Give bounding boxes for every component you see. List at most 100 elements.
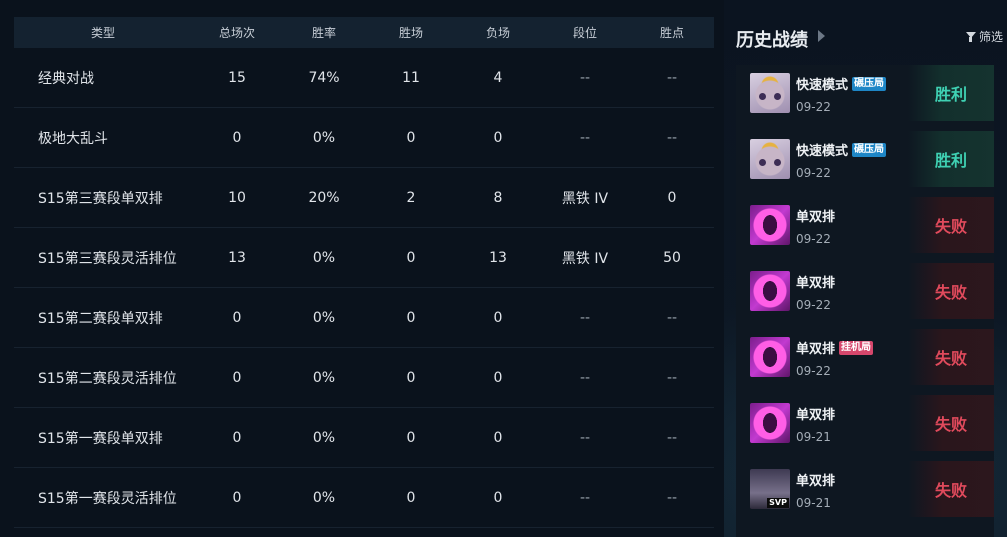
header-losses: 负场 xyxy=(485,26,510,40)
table-row: 极地大乱斗 0 0% 0 0 -- -- xyxy=(14,108,714,168)
match-date: 09-22 xyxy=(796,298,831,312)
match-mode-label: 单双排 xyxy=(796,408,836,423)
table-cell: 0% xyxy=(312,429,336,446)
table-cell: -- xyxy=(666,309,678,326)
table-row: S15第三赛段灵活排位 13 0% 0 13 黑铁 IV 50 xyxy=(14,228,714,288)
match-item[interactable]: 快速模式 碾压局 09-22 胜利 xyxy=(736,65,994,121)
filter-label: 筛选 xyxy=(978,30,1003,44)
table-cell: 0% xyxy=(312,489,336,506)
match-mode-label: 单双排 xyxy=(796,210,836,225)
match-item[interactable]: 单双排 09-21 失败 xyxy=(736,395,994,451)
champion-avatar xyxy=(750,337,790,377)
match-mode-label: 单双排 xyxy=(796,474,836,489)
match-item[interactable]: 单双排 09-22 失败 xyxy=(736,263,994,319)
match-item[interactable]: 快速模式 碾压局 09-22 胜利 xyxy=(736,131,994,187)
match-mode-label: 单双排 xyxy=(796,276,836,291)
table-cell: 0 xyxy=(232,489,242,506)
match-item[interactable]: 单双排 09-22 失败 xyxy=(736,197,994,253)
table-cell: 0 xyxy=(667,189,677,206)
header-lp: 胜点 xyxy=(659,26,684,40)
match-mode: 单双排 xyxy=(796,470,835,489)
table-cell: -- xyxy=(666,429,678,446)
history-title: 历史战绩 xyxy=(736,30,808,51)
table-cell: 2 xyxy=(406,189,416,206)
header-total: 总场次 xyxy=(218,26,255,40)
table-cell: 经典对战 xyxy=(38,70,94,87)
chevron-right-icon[interactable] xyxy=(818,30,825,42)
header-rank: 段位 xyxy=(572,26,597,40)
table-cell: 50 xyxy=(663,249,681,266)
champion-avatar: SVP xyxy=(750,469,790,509)
champion-avatar xyxy=(750,271,790,311)
table-cell: 0 xyxy=(406,249,416,266)
table-cell: S15第一赛段灵活排位 xyxy=(38,490,177,507)
table-cell: 极地大乱斗 xyxy=(38,130,108,147)
match-mode: 单双排 xyxy=(796,272,835,291)
scrollbar[interactable] xyxy=(716,0,724,537)
table-cell: -- xyxy=(579,69,591,86)
table-cell: 4 xyxy=(493,69,503,86)
table-cell: -- xyxy=(579,369,591,386)
table-cell: 0 xyxy=(406,309,416,326)
match-result: 失败 xyxy=(908,197,994,253)
match-result: 胜利 xyxy=(908,131,994,187)
match-mode-label: 快速模式 xyxy=(796,78,849,93)
table-row: S15第二赛段单双排 0 0% 0 0 -- -- xyxy=(14,288,714,348)
table-cell: 黑铁 IV xyxy=(561,250,609,267)
match-date: 09-22 xyxy=(796,166,831,180)
match-date: 09-21 xyxy=(796,496,831,510)
table-cell: 0 xyxy=(232,309,242,326)
table-cell: S15第二赛段单双排 xyxy=(38,310,163,327)
table-cell: 0% xyxy=(312,369,336,386)
table-row: S15第一赛段灵活排位 0 0% 0 0 -- -- xyxy=(14,468,714,528)
table-cell: 0% xyxy=(312,249,336,266)
match-mode: 快速模式 碾压局 xyxy=(796,140,887,159)
table-cell: -- xyxy=(666,129,678,146)
table-cell: 11 xyxy=(402,69,420,86)
table-cell: 0 xyxy=(493,489,503,506)
match-result: 失败 xyxy=(908,395,994,451)
table-cell: -- xyxy=(666,69,678,86)
match-date: 09-21 xyxy=(796,430,831,444)
table-cell: -- xyxy=(579,129,591,146)
match-mode: 快速模式 碾压局 xyxy=(796,74,887,93)
match-result: 失败 xyxy=(908,329,994,385)
table-cell: 8 xyxy=(493,189,503,206)
table-row: 经典对战 15 74% 11 4 -- -- xyxy=(14,48,714,108)
table-cell: 0 xyxy=(232,429,242,446)
table-cell: -- xyxy=(666,369,678,386)
champion-avatar xyxy=(750,403,790,443)
champion-avatar xyxy=(750,73,790,113)
match-date: 09-22 xyxy=(796,364,831,378)
match-item[interactable]: SVP 单双排 09-21 失败 xyxy=(736,461,994,517)
stats-table-body: 经典对战 15 74% 11 4 -- -- 极地大乱斗 0 0% 0 0 -- -- S15第三赛段单双排… xyxy=(14,48,714,528)
table-cell: S15第三赛段灵活排位 xyxy=(38,250,177,267)
table-cell: S15第一赛段单双排 xyxy=(38,430,163,447)
table-cell: 0% xyxy=(312,129,336,146)
champion-avatar xyxy=(750,139,790,179)
table-cell: 20% xyxy=(308,189,340,206)
match-tag: 挂机局 xyxy=(839,340,874,355)
table-cell: S15第二赛段灵活排位 xyxy=(38,370,177,387)
table-cell: 黑铁 IV xyxy=(561,190,609,207)
table-cell: 10 xyxy=(228,189,246,206)
match-mode: 单双排 挂机局 xyxy=(796,338,874,357)
filter-button[interactable]: 筛选 xyxy=(965,28,1003,45)
filter-icon xyxy=(965,31,976,42)
table-cell: -- xyxy=(666,489,678,506)
match-list: 快速模式 碾压局 09-22 胜利 快速模式 碾压局 09-22 胜利 单双排 09-22 失败 单双… xyxy=(736,65,994,537)
match-result: 失败 xyxy=(908,263,994,319)
match-mode: 单双排 xyxy=(796,404,835,423)
history-panel: 历史战绩 筛选 快速模式 碾压局 09-22 胜利 快速模式 碾压局 09-22 胜利 单双排 0… xyxy=(724,0,1007,537)
table-cell: 0 xyxy=(493,369,503,386)
table-cell: 0% xyxy=(312,309,336,326)
header-wins: 胜场 xyxy=(398,26,423,40)
table-cell: 0 xyxy=(406,369,416,386)
table-cell: 74% xyxy=(308,69,340,86)
table-cell: 13 xyxy=(489,249,507,266)
match-item[interactable]: 单双排 挂机局 09-22 失败 xyxy=(736,329,994,385)
match-mode-label: 快速模式 xyxy=(796,144,849,159)
table-cell: 0 xyxy=(406,489,416,506)
match-tag: 碾压局 xyxy=(852,76,887,91)
table-cell: 15 xyxy=(228,69,246,86)
